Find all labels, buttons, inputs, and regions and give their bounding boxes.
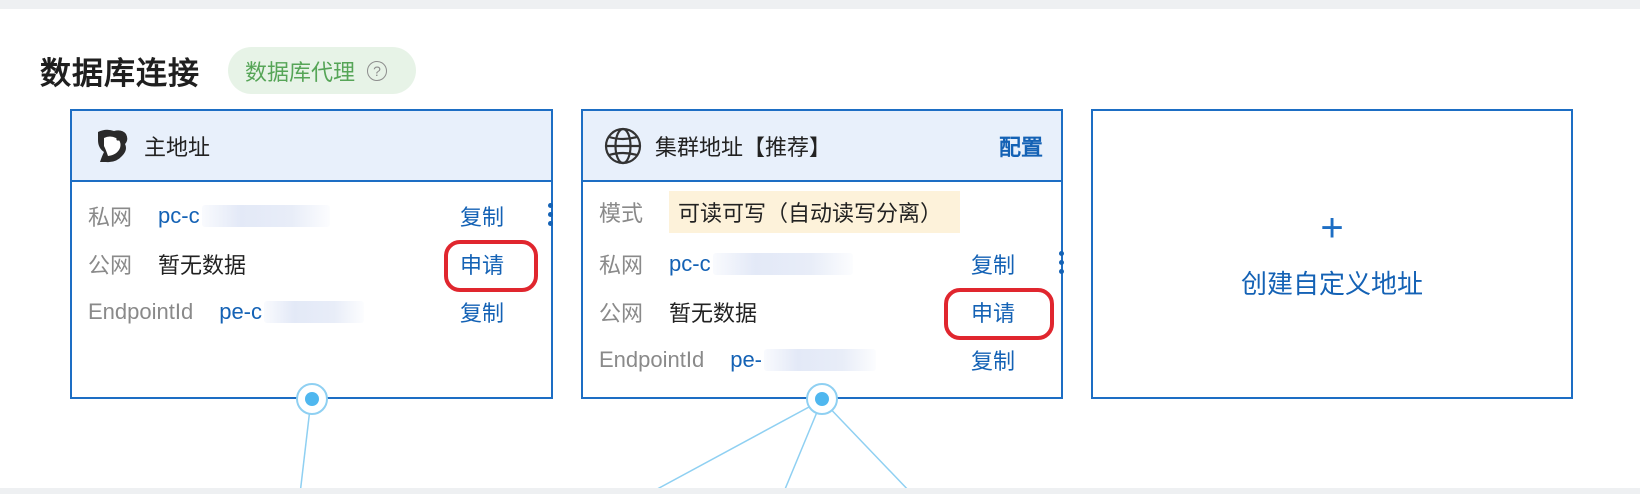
endpoint-id-row: EndpointId pe- 复制 [599,345,1045,375]
redacted-value [264,301,364,323]
create-custom-address-label: 创建自定义地址 [1240,268,1423,299]
row-label: 私网 [599,253,644,278]
config-button[interactable]: 配置 [999,130,1043,162]
endpoint-id[interactable]: pe- [730,347,762,373]
card-title: 集群地址【推荐】 [655,134,832,160]
row-label: 模式 [599,201,644,226]
redacted-value [764,349,876,371]
redacted-value [712,253,853,275]
row-label: EndpointId [88,299,194,324]
highlight-apply-annotation [944,288,1054,340]
card-header: 集群地址【推荐】 配置 [583,111,1061,182]
cluster-address-card: 集群地址【推荐】 配置 模式 可读可写（自动读写分离） 私网 pc-c 复制 公… [581,109,1064,399]
row-label: 公网 [599,301,644,326]
private-address[interactable]: pc-c [158,203,200,229]
copy-button[interactable]: 复制 [460,296,504,328]
connection-node [296,383,328,415]
row-label: 公网 [88,253,133,278]
copy-button[interactable]: 复制 [971,344,1015,376]
more-options-icon[interactable] [548,203,554,230]
mode-value: 可读可写（自动读写分离） [669,191,961,233]
card-header: 主地址 [72,111,551,182]
globe-icon [604,127,642,164]
bottom-divider [0,488,1640,494]
highlight-apply-annotation [444,240,538,292]
bear-logo-icon [98,129,128,162]
create-custom-address-card[interactable]: + 创建自定义地址 [1091,109,1573,399]
endpoint-id-row: EndpointId pe-c 复制 [88,297,535,327]
public-address: 暂无数据 [669,301,758,326]
connection-node [806,383,838,415]
row-label: EndpointId [599,347,705,372]
redacted-value [201,205,330,227]
private-address[interactable]: pc-c [669,251,711,277]
more-options-icon[interactable] [1059,251,1065,278]
card-title: 主地址 [144,134,211,160]
copy-button[interactable]: 复制 [971,248,1015,280]
mode-row: 模式 可读可写（自动读写分离） [599,191,1045,233]
endpoint-id[interactable]: pe-c [219,299,262,325]
row-label: 私网 [88,205,133,230]
copy-button[interactable]: 复制 [460,200,504,232]
public-address: 暂无数据 [158,253,247,278]
private-network-row: 私网 pc-c 复制 [88,200,553,232]
plus-icon: + [1320,205,1344,250]
private-network-row: 私网 pc-c 复制 [599,248,1064,280]
